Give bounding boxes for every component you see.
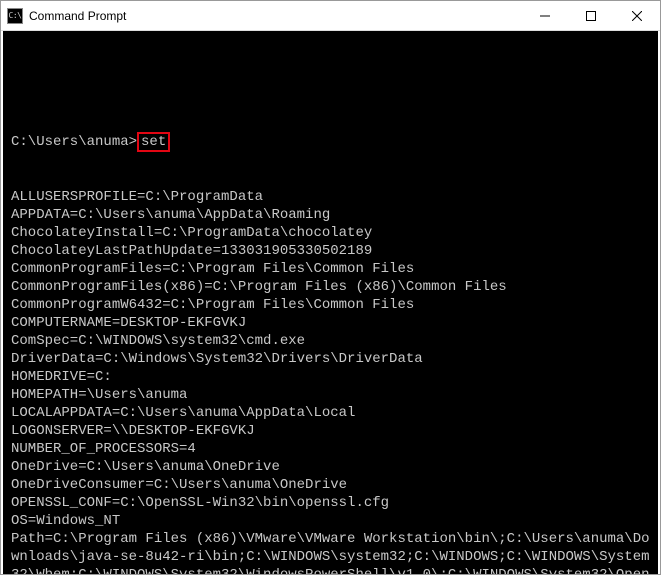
output-line: ChocolateyInstall=C:\ProgramData\chocola… [11, 224, 650, 242]
output-line: DriverData=C:\Windows\System32\Drivers\D… [11, 350, 650, 368]
output-line: OS=Windows_NT [11, 512, 650, 530]
output-line: ALLUSERSPROFILE=C:\ProgramData [11, 188, 650, 206]
cmd-icon: C:\ [7, 8, 23, 24]
output-line: CommonProgramW6432=C:\Program Files\Comm… [11, 296, 650, 314]
output-line: OneDriveConsumer=C:\Users\anuma\OneDrive [11, 476, 650, 494]
output-line: Path=C:\Program Files (x86)\VMware\VMwar… [11, 530, 650, 574]
output-line: ComSpec=C:\WINDOWS\system32\cmd.exe [11, 332, 650, 350]
output-line: OneDrive=C:\Users\anuma\OneDrive [11, 458, 650, 476]
close-button[interactable] [614, 1, 660, 30]
command-highlight: set [137, 132, 170, 152]
window-title: Command Prompt [29, 9, 522, 23]
output-line: COMPUTERNAME=DESKTOP-EKFGVKJ [11, 314, 650, 332]
output-lines: ALLUSERSPROFILE=C:\ProgramDataAPPDATA=C:… [11, 188, 650, 574]
terminal-output[interactable]: C:\Users\anuma>set ALLUSERSPROFILE=C:\Pr… [3, 31, 658, 574]
titlebar: C:\ Command Prompt [1, 1, 660, 31]
minimize-button[interactable] [522, 1, 568, 30]
prompt-path: C:\Users\anuma> [11, 134, 137, 150]
window-controls [522, 1, 660, 30]
output-line: HOMEDRIVE=C: [11, 368, 650, 386]
output-line: LOCALAPPDATA=C:\Users\anuma\AppData\Loca… [11, 404, 650, 422]
prompt-line: C:\Users\anuma>set [11, 133, 650, 152]
output-line: CommonProgramFiles(x86)=C:\Program Files… [11, 278, 650, 296]
output-line: APPDATA=C:\Users\anuma\AppData\Roaming [11, 206, 650, 224]
output-line: HOMEPATH=\Users\anuma [11, 386, 650, 404]
output-line: CommonProgramFiles=C:\Program Files\Comm… [11, 260, 650, 278]
output-line: OPENSSL_CONF=C:\OpenSSL-Win32\bin\openss… [11, 494, 650, 512]
maximize-button[interactable] [568, 1, 614, 30]
command-text: set [141, 134, 166, 150]
output-line: LOGONSERVER=\\DESKTOP-EKFGVKJ [11, 422, 650, 440]
output-line: NUMBER_OF_PROCESSORS=4 [11, 440, 650, 458]
output-line: ChocolateyLastPathUpdate=133031905330502… [11, 242, 650, 260]
